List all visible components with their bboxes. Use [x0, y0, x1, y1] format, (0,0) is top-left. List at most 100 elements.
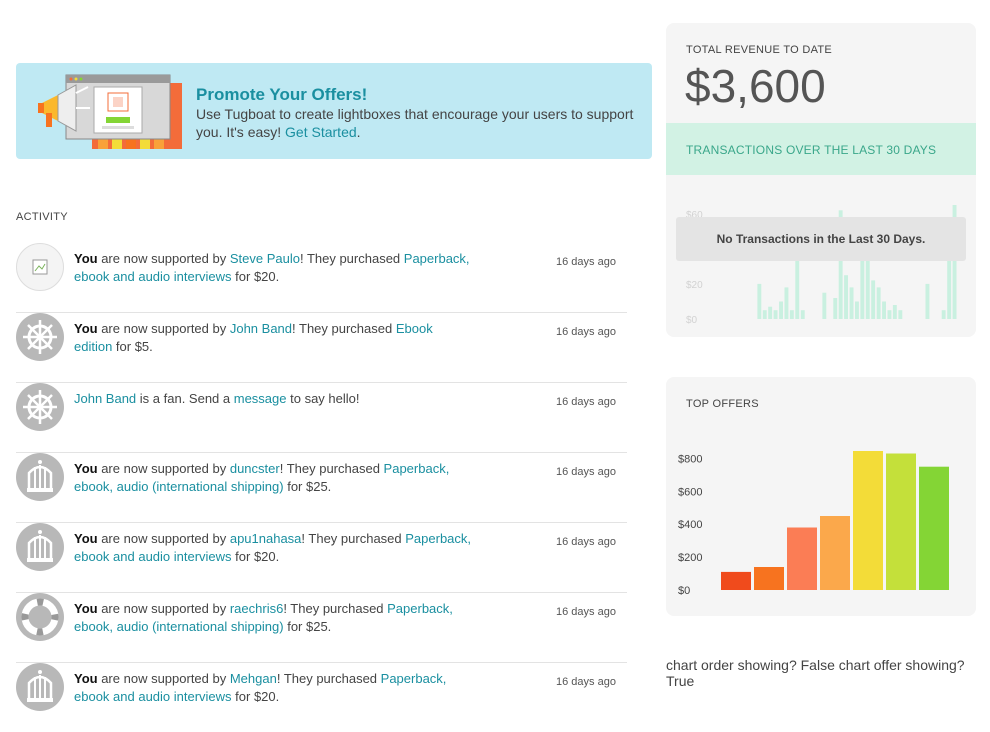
- tx-y-tick-label: $20: [686, 280, 703, 291]
- activity-item: You are now supported by raechris6! They…: [16, 593, 627, 663]
- top-offers-chart: $0 $200 $400 $600 $800: [678, 451, 949, 597]
- promo-body: Use Tugboat to create lightboxes that en…: [196, 105, 636, 141]
- megaphone-lightbox-illustration: [38, 74, 182, 149]
- transactions-label: TRANSACTIONS OVER THE LAST 30 DAYS: [686, 143, 937, 157]
- tx-bar: [849, 287, 854, 319]
- supporter-link[interactable]: John Band: [74, 391, 136, 406]
- activity-post: for $20.: [231, 269, 280, 284]
- activity-pre: are now supported by: [97, 601, 230, 616]
- promo-body-end: .: [356, 124, 361, 140]
- activity-post: to say hello!: [286, 391, 360, 406]
- activity-timestamp: 16 days ago: [556, 676, 616, 688]
- supporter-link[interactable]: apu1nahasa: [230, 531, 302, 546]
- activity-mid: is a fan. Send a: [136, 391, 234, 406]
- supporter-link[interactable]: John Band: [230, 321, 292, 336]
- tx-bar: [768, 306, 773, 319]
- activity-post: for $25.: [283, 619, 332, 634]
- offers-y-tick-label: $400: [678, 519, 702, 531]
- supporter-link[interactable]: duncster: [230, 461, 280, 476]
- activity-item: You are now supported by apu1nahasa! The…: [16, 523, 627, 593]
- top-offers-card: TOP OFFERS $0 $200 $400 $600 $800: [666, 377, 976, 616]
- avatar[interactable]: [16, 453, 64, 501]
- activity-item: You are now supported by John Band! They…: [16, 313, 627, 383]
- you-label: You: [74, 671, 98, 686]
- activity-timestamp: 16 days ago: [556, 536, 616, 548]
- tx-bar: [871, 280, 876, 319]
- tx-bar: [784, 287, 789, 319]
- tx-bar: [855, 301, 859, 319]
- transactions-header: TRANSACTIONS OVER THE LAST 30 DAYS: [666, 123, 976, 175]
- promo-title: Promote Your Offers!: [196, 85, 368, 104]
- offer-bar[interactable]: [886, 453, 916, 591]
- activity-pre: are now supported by: [97, 461, 230, 476]
- activity-post: for $5.: [112, 339, 153, 354]
- offer-link[interactable]: message: [234, 391, 287, 406]
- tx-bar: [876, 287, 881, 319]
- activity-item: You are now supported by Steve Paulo! Th…: [16, 243, 627, 313]
- tx-y-tick-label: $0: [686, 315, 698, 326]
- activity-timestamp: 16 days ago: [556, 256, 616, 268]
- avatar[interactable]: [16, 523, 64, 571]
- broken-image-icon: [32, 259, 48, 275]
- tx-bar: [773, 310, 778, 319]
- you-label: You: [74, 461, 98, 476]
- activity-post: for $20.: [231, 689, 280, 704]
- chart-debug-text: chart order showing? False chart offer s…: [666, 657, 965, 689]
- activity-mid: ! They purchased: [292, 321, 396, 336]
- activity-mid: ! They purchased: [299, 251, 404, 266]
- tx-bar: [887, 310, 892, 319]
- birdcage-icon: [27, 460, 53, 492]
- tx-bar: [941, 310, 946, 319]
- life-ring-icon: [21, 598, 59, 636]
- activity-post: for $25.: [283, 479, 332, 494]
- revenue-card: TOTAL REVENUE TO DATE $3,600 TRANSACTION…: [666, 23, 976, 337]
- you-label: You: [74, 601, 98, 616]
- you-label: You: [74, 251, 98, 266]
- promo-body-text: Use Tugboat to create lightboxes that en…: [196, 106, 634, 140]
- activity-post: for $20.: [231, 549, 280, 564]
- activity-pre: are now supported by: [97, 671, 230, 686]
- offer-bar[interactable]: [853, 451, 883, 590]
- activity-timestamp: 16 days ago: [556, 466, 616, 478]
- activity-list: You are now supported by Steve Paulo! Th…: [16, 243, 627, 732]
- tx-bar: [800, 310, 805, 319]
- avatar[interactable]: [16, 243, 64, 291]
- offer-bar[interactable]: [754, 567, 784, 590]
- activity-text: You are now supported by John Band! They…: [74, 320, 474, 356]
- supporter-link[interactable]: raechris6: [230, 601, 283, 616]
- tx-bar: [947, 252, 952, 319]
- activity-text: You are now supported by Mehgan! They pu…: [74, 670, 474, 706]
- avatar[interactable]: [16, 593, 64, 641]
- activity-mid: ! They purchased: [279, 461, 384, 476]
- avatar[interactable]: [16, 313, 64, 361]
- total-revenue-amount: $3,600: [685, 60, 826, 112]
- supporter-link[interactable]: Mehgan: [230, 671, 277, 686]
- offer-bar[interactable]: [820, 516, 850, 590]
- tx-bar: [892, 305, 897, 319]
- offer-bar[interactable]: [787, 527, 817, 591]
- activity-item: You are now supported by Mehgan! They pu…: [16, 663, 627, 732]
- get-started-link[interactable]: Get Started: [285, 124, 357, 140]
- activity-text: You are now supported by duncster! They …: [74, 460, 474, 496]
- activity-pre: are now supported by: [97, 531, 230, 546]
- tx-bar: [882, 301, 886, 319]
- activity-mid: ! They purchased: [301, 531, 406, 546]
- tx-bar: [844, 275, 848, 319]
- activity-timestamp: 16 days ago: [556, 396, 616, 408]
- tx-bar: [762, 310, 767, 319]
- tx-bar: [898, 310, 903, 319]
- tx-bar: [757, 283, 762, 319]
- activity-text: You are now supported by apu1nahasa! The…: [74, 530, 474, 566]
- offer-bar[interactable]: [721, 571, 751, 590]
- offers-y-tick-label: $0: [678, 585, 690, 597]
- activity-heading: ACTIVITY: [16, 211, 68, 223]
- activity-mid: ! They purchased: [283, 601, 388, 616]
- activity-item: You are now supported by duncster! They …: [16, 453, 627, 523]
- offer-bar[interactable]: [919, 466, 949, 590]
- total-revenue-label: TOTAL REVENUE TO DATE: [686, 44, 833, 56]
- avatar[interactable]: [16, 383, 64, 431]
- activity-pre: are now supported by: [97, 321, 230, 336]
- activity-text: You are now supported by Steve Paulo! Th…: [74, 250, 474, 286]
- birdcage-icon: [27, 530, 53, 562]
- supporter-link[interactable]: Steve Paulo: [230, 251, 300, 266]
